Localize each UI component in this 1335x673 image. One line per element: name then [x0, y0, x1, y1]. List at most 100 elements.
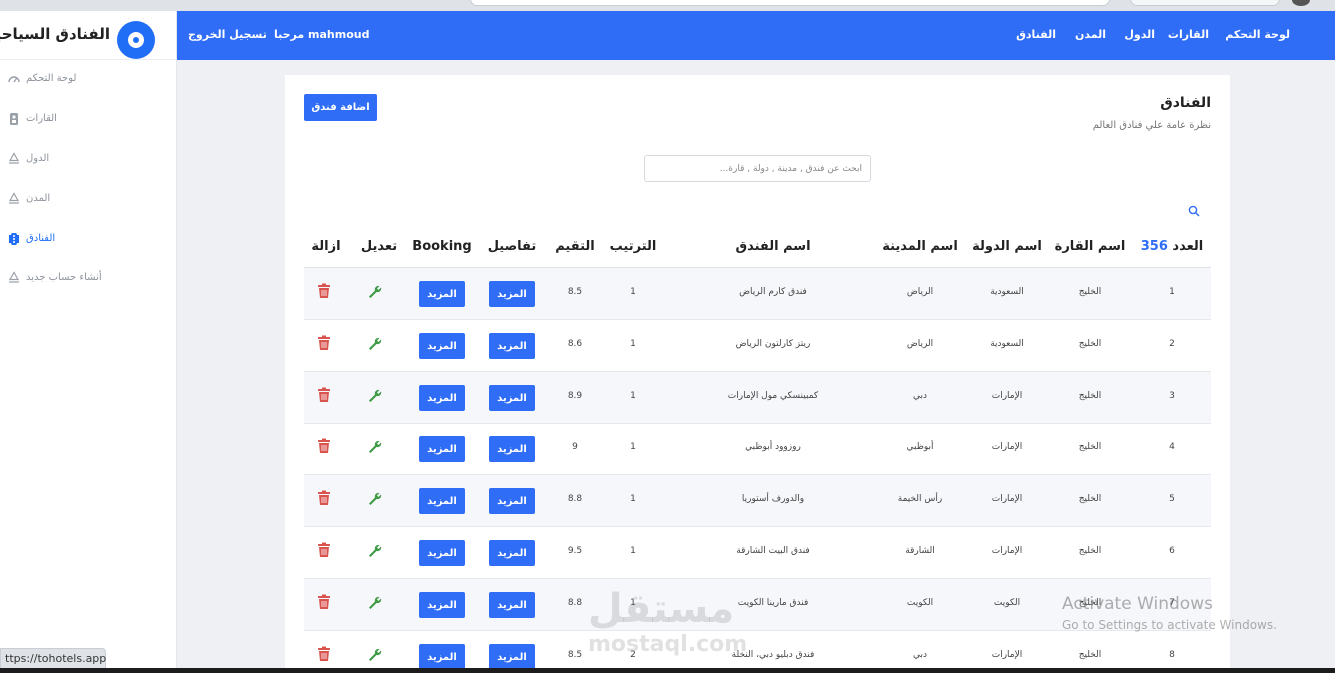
trash-icon[interactable] [317, 594, 331, 610]
details-button[interactable]: المزيد [489, 488, 535, 514]
wrench-icon[interactable] [367, 543, 383, 559]
cell-hotel: فندق مارينا الكويت [737, 598, 809, 608]
details-button[interactable]: المزيد [489, 644, 535, 670]
col-rating: التقيم [555, 239, 595, 254]
top-navbar: لوحة التحكم القارات الدول المدن الفنادق … [177, 11, 1335, 60]
booking-button[interactable]: المزيد [419, 436, 465, 462]
cell-num: 5 [1169, 494, 1175, 504]
details-button[interactable]: المزيد [489, 385, 535, 411]
cell-continent: الخليج [1078, 546, 1102, 556]
cell-rank: 1 [630, 442, 636, 452]
sidebar-item-label: القارات [26, 113, 57, 124]
sidebar-item-hotels[interactable]: الفنادق [0, 229, 177, 251]
table-row: 8 الخليج الإمارات دبي فندق دبليو دبي، النخلة… [304, 631, 1211, 673]
browser-tab-pill[interactable] [1130, 0, 1280, 6]
cell-rating: 8.5 [567, 650, 583, 660]
details-button[interactable]: المزيد [489, 540, 535, 566]
cell-hotel: فندق كارم الرياض [739, 287, 807, 297]
nav-hotels[interactable]: الفنادق [1016, 28, 1056, 41]
cell-city: الكويت [906, 598, 934, 608]
wrench-icon[interactable] [367, 647, 383, 663]
trash-icon[interactable] [317, 438, 331, 454]
sidebar-item-continents[interactable]: القارات [0, 109, 177, 131]
logout-link[interactable]: تسجيل الخروج [188, 28, 267, 41]
cell-country: الإمارات [991, 494, 1023, 504]
hotels-card: الفنادق نظرة عامة علي فنادق العالم اضافة… [285, 75, 1230, 673]
booking-button[interactable]: المزيد [419, 540, 465, 566]
cell-rating: 9 [572, 442, 578, 452]
sidebar-item-label: الفنادق [26, 233, 56, 244]
cell-hotel: كمبينسكي مول الإمارات [727, 391, 819, 401]
booking-button[interactable]: المزيد [419, 385, 465, 411]
add-hotel-button[interactable]: اضافة فندق [304, 94, 377, 121]
brand-title: الفنادق السياحية [0, 25, 110, 43]
cell-continent: الخليج [1078, 494, 1102, 504]
wrench-icon[interactable] [367, 439, 383, 455]
trash-icon[interactable] [317, 542, 331, 558]
trash-icon[interactable] [317, 283, 331, 299]
sidebar-item-register[interactable]: أنشاء حساب جديد [0, 268, 177, 290]
col-booking: Booking [412, 239, 472, 254]
cell-rating: 8.6 [567, 339, 583, 349]
sidebar-item-label: المدن [26, 193, 51, 204]
nav-cities[interactable]: المدن [1075, 28, 1106, 41]
table-row: 6 الخليج الإمارات الشارقة فندق البيت الشارقة… [304, 527, 1211, 579]
wrench-icon[interactable] [367, 388, 383, 404]
brand-logo-icon[interactable] [117, 21, 155, 59]
search-input[interactable] [644, 155, 871, 182]
dashboard-icon [7, 72, 21, 86]
address-bar[interactable] [470, 0, 1110, 6]
wrench-icon[interactable] [367, 284, 383, 300]
count-value: 356 [1140, 239, 1168, 254]
col-country: اسم الدولة [972, 239, 1042, 254]
cell-num: 2 [1169, 339, 1175, 349]
col-hotel: اسم الفندق [735, 239, 811, 254]
cell-num: 6 [1169, 546, 1175, 556]
hotel-icon [7, 232, 21, 246]
trash-icon[interactable] [317, 490, 331, 506]
nav-dashboard[interactable]: لوحة التحكم [1225, 28, 1290, 41]
nav-continents[interactable]: القارات [1168, 28, 1209, 41]
trash-icon[interactable] [317, 335, 331, 351]
wrench-icon[interactable] [367, 491, 383, 507]
cell-city: دبي [912, 650, 928, 660]
sidebar-item-countries[interactable]: الدول [0, 149, 177, 171]
cell-hotel: والدورف أستوريا [741, 494, 805, 504]
col-remove: ازالة [311, 239, 341, 254]
booking-button[interactable]: المزيد [419, 281, 465, 307]
booking-button[interactable]: المزيد [419, 333, 465, 359]
cell-city: الرياض [906, 339, 934, 349]
cell-num: 1 [1169, 287, 1175, 297]
cell-num: 4 [1169, 442, 1175, 452]
cell-rank: 1 [630, 546, 636, 556]
nav-countries[interactable]: الدول [1124, 28, 1155, 41]
details-button[interactable]: المزيد [489, 281, 535, 307]
wrench-icon[interactable] [367, 336, 383, 352]
booking-button[interactable]: المزيد [419, 488, 465, 514]
sidebar-item-cities[interactable]: المدن [0, 189, 177, 211]
cell-rating: 9.5 [567, 546, 583, 556]
trash-icon[interactable] [317, 387, 331, 403]
details-button[interactable]: المزيد [489, 333, 535, 359]
brand-header: الفنادق السياحية [0, 11, 177, 60]
taskbar [0, 668, 1335, 673]
sidebar-item-dashboard[interactable]: لوحة التحكم [0, 69, 177, 91]
cell-city: دبي [912, 391, 928, 401]
recycle-icon [7, 192, 21, 206]
cell-num: 3 [1169, 391, 1175, 401]
cell-rating: 8.8 [567, 494, 583, 504]
col-details: تفاصيل [487, 239, 537, 254]
details-button[interactable]: المزيد [489, 436, 535, 462]
table-row: 1 الخليج السعودية الرياض فندق كارم الرياض 1 8.… [304, 268, 1211, 320]
cell-rank: 1 [630, 287, 636, 297]
profile-avatar[interactable] [1292, 0, 1310, 6]
details-button[interactable]: المزيد [489, 592, 535, 618]
trash-icon[interactable] [317, 646, 331, 662]
cell-num: 8 [1169, 650, 1175, 660]
browser-chrome [0, 0, 1335, 11]
booking-button[interactable]: المزيد [419, 592, 465, 618]
search-icon[interactable] [1188, 202, 1200, 217]
activate-windows-title: Activate Windows [1062, 594, 1213, 614]
wrench-icon[interactable] [367, 595, 383, 611]
booking-button[interactable]: المزيد [419, 644, 465, 670]
